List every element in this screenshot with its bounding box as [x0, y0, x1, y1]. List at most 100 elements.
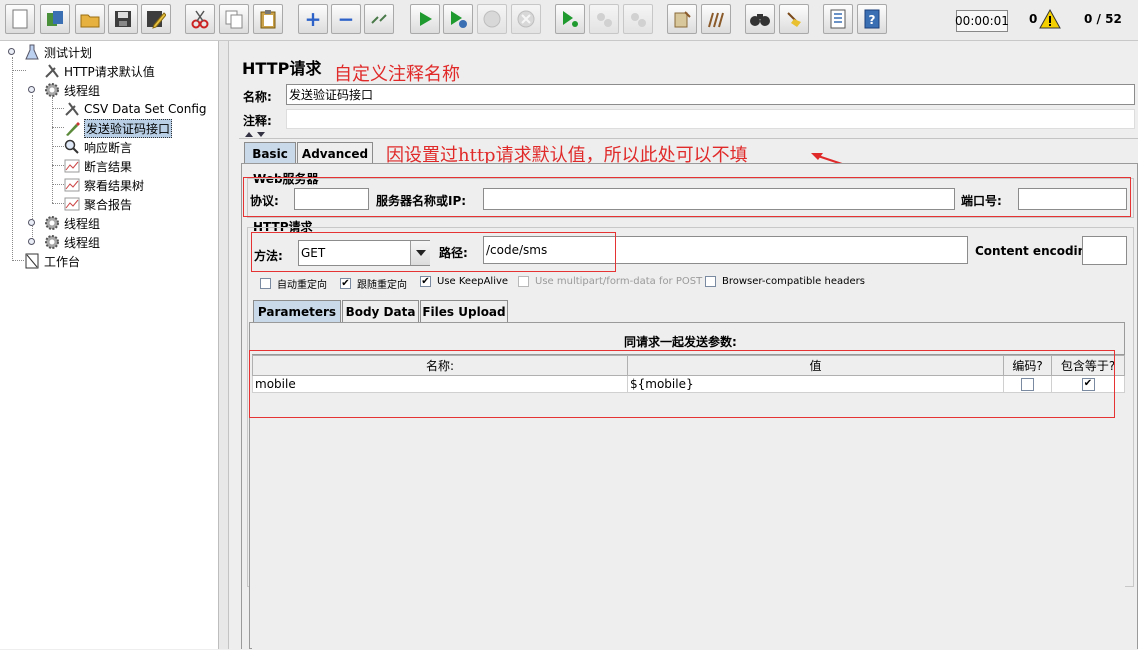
search-icon[interactable] [745, 4, 775, 34]
tree-node-label: HTTP请求默认值 [64, 64, 155, 79]
stop-icon[interactable] [477, 4, 507, 34]
protocol-label: 协议: [250, 194, 279, 208]
tree-node-label: 测试计划 [44, 45, 93, 60]
workbench-icon [24, 253, 40, 269]
tab-body-data[interactable]: Body Data [342, 300, 419, 322]
path-label: 路径: [439, 246, 468, 260]
panel-splitter[interactable] [219, 41, 229, 649]
clear-all-icon[interactable] [701, 4, 731, 34]
tree-toggle-thread-group-2[interactable] [28, 219, 35, 226]
comment-label: 注释: [243, 114, 272, 128]
function-helper-icon[interactable] [823, 4, 853, 34]
gear-icon [44, 82, 60, 98]
tab-advanced[interactable]: Advanced [297, 142, 373, 164]
comment-field[interactable] [286, 109, 1135, 129]
reset-search-icon[interactable] [779, 4, 809, 34]
checkbox-label: Use KeepAlive [437, 276, 509, 287]
tree-node-label: 察看结果树 [84, 178, 145, 193]
tree-node-workbench[interactable]: 工作台 [24, 252, 80, 270]
include-equals-checkbox[interactable]: ✔ [1051, 375, 1125, 393]
tree-node-send-code-api[interactable]: 发送验证码接口 [64, 118, 173, 138]
protocol-input[interactable] [294, 188, 369, 210]
open-icon[interactable] [75, 4, 105, 34]
tree-node-aggregate-report[interactable]: 聚合报告 [64, 195, 132, 213]
param-name-cell[interactable]: mobile [252, 375, 628, 393]
params-title: 同请求一起发送参数: [624, 335, 737, 349]
column-header-value[interactable]: 值 [627, 355, 1004, 376]
start-no-pause-icon[interactable] [443, 4, 473, 34]
svg-text:?: ? [869, 13, 876, 27]
tree-node-thread-group-3[interactable]: 线程组 [44, 233, 100, 251]
templates-icon[interactable] [40, 4, 70, 34]
tree-toggle-test-plan[interactable] [8, 48, 15, 55]
checkbox-label: Browser-compatible headers [722, 276, 865, 287]
collapse-arrows-icon[interactable] [243, 130, 267, 138]
tree-node-view-results-tree[interactable]: 察看结果树 [64, 176, 144, 194]
tree-node-response-assertion[interactable]: 响应断言 [64, 138, 132, 156]
annotation-note: 自定义注释名称 [334, 64, 460, 85]
param-value-cell[interactable]: ${mobile} [627, 375, 1004, 393]
server-label: 服务器名称或IP: [376, 194, 467, 208]
toggle-icon[interactable] [364, 4, 394, 34]
shutdown-icon[interactable] [511, 4, 541, 34]
column-header-encode[interactable]: 编码? [1003, 355, 1052, 376]
save-icon[interactable] [108, 4, 138, 34]
remote-stop-icon[interactable] [589, 4, 619, 34]
tree-node-csv-config[interactable]: CSV Data Set Config [64, 100, 207, 118]
tree-node-thread-group-1[interactable]: 线程组 [44, 81, 100, 99]
new-icon[interactable] [5, 4, 35, 34]
tab-basic[interactable]: Basic [244, 142, 296, 164]
gear-icon [44, 234, 60, 250]
tree-node-label: 响应断言 [84, 140, 133, 155]
tree-node-label: 线程组 [64, 235, 101, 250]
column-header-include-equals[interactable]: 包含等于? [1051, 355, 1125, 376]
name-label: 名称: [243, 90, 272, 104]
encode-checkbox[interactable] [1003, 375, 1052, 393]
save-as-icon[interactable] [141, 4, 171, 34]
auto-redirect-checkbox[interactable]: 自动重定向 [260, 276, 327, 291]
tab-files-upload[interactable]: Files Upload [420, 300, 508, 322]
remote-exit-icon[interactable] [623, 4, 653, 34]
follow-redirect-checkbox[interactable]: ✔ 跟随重定向 [340, 276, 407, 291]
tree-node-test-plan[interactable]: 测试计划 [24, 43, 92, 61]
tree-toggle-thread-group-3[interactable] [28, 238, 35, 245]
chart-icon [64, 158, 80, 174]
sampler-pen-icon [64, 120, 80, 136]
start-icon[interactable] [410, 4, 440, 34]
tree-node-thread-group-2[interactable]: 线程组 [44, 214, 100, 232]
name-field[interactable]: 发送验证码接口 [286, 84, 1135, 105]
table-row[interactable]: mobile ${mobile} ✔ [252, 375, 1125, 393]
copy-icon[interactable] [219, 4, 249, 34]
collapse-icon[interactable]: − [331, 4, 361, 34]
multipart-checkbox[interactable]: Use multipart/form-data for POST [518, 276, 702, 287]
paste-icon[interactable] [253, 4, 283, 34]
path-input[interactable]: /code/sms [483, 236, 968, 264]
clear-icon[interactable] [667, 4, 697, 34]
tree-node-label: CSV Data Set Config [84, 102, 207, 116]
tree-node-label: 聚合报告 [84, 197, 133, 212]
wrench-icon [64, 101, 80, 117]
error-count: 0 [1029, 12, 1038, 26]
server-input[interactable] [483, 188, 955, 210]
port-label: 端口号: [961, 194, 1002, 208]
encoding-label: Content encoding: [975, 244, 1100, 258]
test-plan-icon [24, 44, 40, 60]
keepalive-checkbox[interactable]: ✔ Use KeepAlive [420, 276, 508, 287]
tree-node-label: 线程组 [64, 216, 101, 231]
remote-start-icon[interactable] [555, 4, 585, 34]
tree-node-assertion-results[interactable]: 断言结果 [64, 157, 132, 175]
encoding-input[interactable] [1082, 236, 1127, 265]
column-header-name[interactable]: 名称: [252, 355, 628, 376]
tree-node-http-defaults[interactable]: HTTP请求默认值 [44, 62, 155, 80]
cut-icon[interactable] [185, 4, 215, 34]
tab-parameters[interactable]: Parameters [253, 300, 341, 322]
warning-icon[interactable] [1039, 8, 1061, 30]
tree-toggle-thread-group-1[interactable] [28, 86, 35, 93]
help-icon[interactable]: ? [857, 4, 887, 34]
browser-headers-checkbox[interactable]: Browser-compatible headers [705, 276, 865, 287]
expand-icon[interactable]: + [298, 4, 328, 34]
chevron-down-icon[interactable] [410, 241, 430, 265]
test-plan-tree: 测试计划 HTTP请求默认值 线程组 CSV Data Set Config 发… [0, 41, 219, 649]
port-input[interactable] [1018, 188, 1127, 210]
chart-icon [64, 177, 80, 193]
